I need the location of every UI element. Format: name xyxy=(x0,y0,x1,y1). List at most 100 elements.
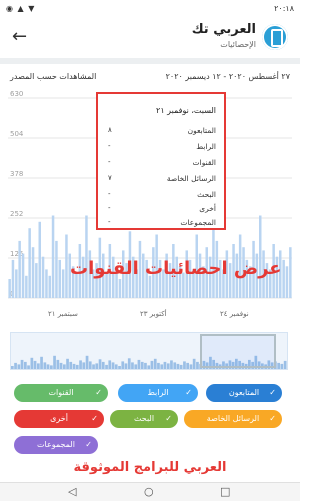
chart-bar xyxy=(21,253,25,298)
navigator-bar xyxy=(101,361,105,369)
y-tick-label: 252 xyxy=(10,210,23,218)
chart-bar xyxy=(48,275,51,298)
navigator-bar xyxy=(69,361,73,369)
navigator-bar xyxy=(196,361,199,369)
chart-bar xyxy=(58,259,61,298)
navigator-bar xyxy=(280,363,284,369)
chart-bar xyxy=(118,279,122,298)
y-tick-label: 378 xyxy=(10,170,23,178)
check-icon: ✓ xyxy=(91,414,98,423)
navigator-bar xyxy=(118,366,121,369)
navigator-bar xyxy=(24,361,27,369)
navigator-bar xyxy=(88,361,92,369)
chart-bar xyxy=(259,215,262,298)
page-subtitle: الإحصائيات xyxy=(220,40,256,49)
navigator-bar xyxy=(82,362,86,369)
page-title: العربي تك xyxy=(191,22,256,37)
section-divider xyxy=(0,58,300,64)
chart-bar xyxy=(11,259,15,298)
navigator-bar xyxy=(160,364,164,369)
chart-bar xyxy=(45,269,48,298)
chip-private-messages[interactable]: ✓ الرسائل الخاصة xyxy=(184,410,282,428)
tooltip-row-value: - xyxy=(108,142,111,150)
navigator-bar xyxy=(108,360,112,369)
chart-bar xyxy=(282,259,285,298)
tooltip-row-value: - xyxy=(108,218,111,226)
chart-bar xyxy=(38,221,41,298)
navigator-bar xyxy=(173,362,177,369)
x-tick-label: أكتوبر ٢٣ xyxy=(140,310,167,318)
navigator-bar xyxy=(140,361,144,369)
navigator-bar xyxy=(137,359,141,369)
check-icon: ✓ xyxy=(85,440,92,449)
chart-bar xyxy=(15,269,18,298)
navigator-bar xyxy=(153,358,157,369)
chart-bar xyxy=(285,266,289,298)
chart-bar xyxy=(35,263,38,298)
tooltip-row-label: البحث xyxy=(197,190,216,199)
chart-title: المشاهدات حسب المصدر xyxy=(10,72,97,81)
navigator-bar xyxy=(98,359,102,369)
navigator-bar xyxy=(111,362,115,369)
navigator-bar xyxy=(20,359,24,369)
navigator-bar xyxy=(114,364,118,369)
navigator-bar xyxy=(176,363,180,369)
check-icon: ✓ xyxy=(95,388,102,397)
navigator-bar xyxy=(46,364,50,369)
navigator-bar xyxy=(53,355,56,369)
navigator-bar xyxy=(59,362,63,369)
navigator-bar xyxy=(43,362,47,369)
navigator-bar xyxy=(163,361,167,369)
app-bar: ← العربي تك الإحصائيات xyxy=(0,20,300,60)
back-icon[interactable]: ◁ xyxy=(68,485,76,498)
navigator-bar xyxy=(192,358,196,369)
tooltip-row-label: الرابط xyxy=(196,142,216,151)
navigator-bar xyxy=(40,356,43,369)
navigator-bar xyxy=(75,364,79,369)
tooltip-row-label: المتابعون xyxy=(187,126,216,135)
tooltip-row-value: - xyxy=(108,158,111,166)
chip-followers[interactable]: ✓ المتابعون xyxy=(206,384,282,402)
chart-bar xyxy=(51,215,55,298)
check-icon: ✓ xyxy=(269,388,276,397)
tooltip-row-value: - xyxy=(108,190,111,198)
navigator-bar xyxy=(186,362,189,369)
navigator-bar xyxy=(50,365,53,369)
navigator-bar xyxy=(134,364,138,369)
recents-icon[interactable]: □ xyxy=(220,485,230,498)
navigator-bar xyxy=(30,357,34,369)
navigator-bar xyxy=(63,364,66,369)
navigator-bar xyxy=(105,364,108,369)
chart-bar xyxy=(8,279,11,298)
channel-avatar xyxy=(262,24,288,50)
overlay-caption: عرض احصائيات القنوات xyxy=(70,258,282,279)
footer-caption: العربي للبرامج الموثوقة xyxy=(73,460,227,475)
chart-bar xyxy=(85,215,88,298)
chip-channels[interactable]: ✓ القنوات xyxy=(14,384,108,402)
chart-bar xyxy=(61,269,65,298)
chip-link[interactable]: ✓ الرابط xyxy=(118,384,198,402)
navigator-bar xyxy=(72,363,76,369)
home-icon[interactable]: ○ xyxy=(144,485,154,498)
navigator-bar xyxy=(17,364,21,369)
chart-bar xyxy=(148,275,152,298)
chart-tooltip: السبت، نوفمبر ٢١ المتابعون ٨ الرابط - ال… xyxy=(96,92,226,230)
navigator-bar xyxy=(166,363,170,369)
check-icon: ✓ xyxy=(185,388,192,397)
tooltip-row-value: ٨ xyxy=(108,126,112,134)
tooltip-row-label: أخرى xyxy=(199,204,216,213)
arrow-left-icon[interactable]: ← xyxy=(12,27,27,47)
chip-other[interactable]: ✓ أخرى xyxy=(14,410,104,428)
navigator-range-handle[interactable] xyxy=(200,334,276,368)
navigator-bar xyxy=(11,366,14,369)
chip-groups[interactable]: ✓ المجموعات xyxy=(14,436,98,454)
navigator-bar xyxy=(179,364,183,369)
navigator-bar xyxy=(127,358,131,369)
status-icons: ◉ ▲ ▼ xyxy=(6,4,36,13)
tooltip-row-value: - xyxy=(108,204,111,212)
chart-bar xyxy=(18,240,21,298)
chip-search[interactable]: ✓ البحث xyxy=(110,410,178,428)
navigator-bar xyxy=(170,360,173,369)
navigator-bar xyxy=(14,362,17,369)
chart-bar xyxy=(31,247,35,298)
